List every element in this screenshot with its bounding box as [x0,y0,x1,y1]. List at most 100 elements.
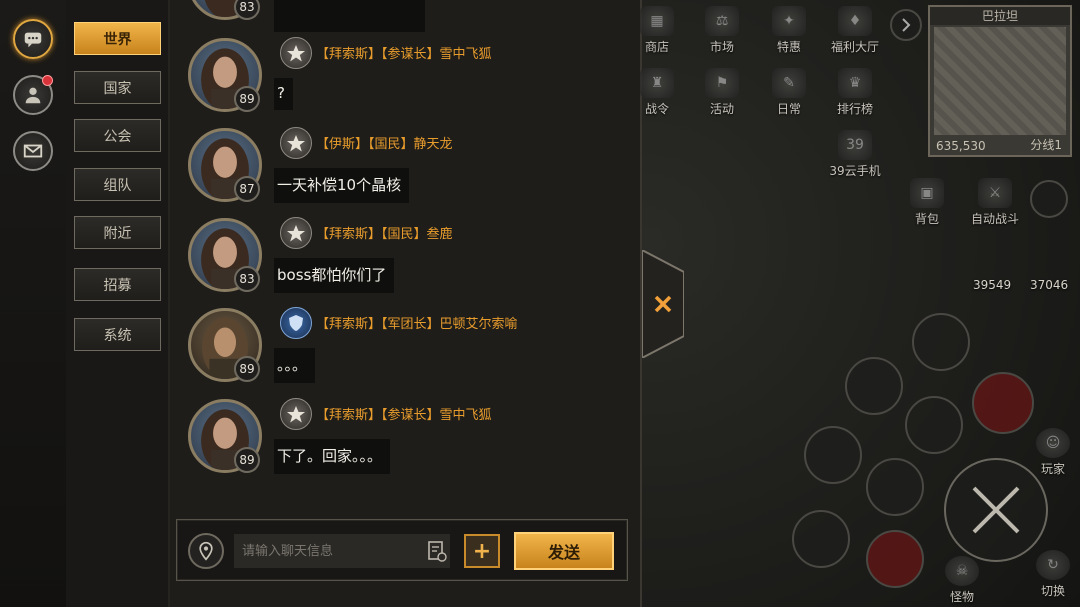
auto-fight-button[interactable]: ⚔ 自动战斗 [962,178,1028,227]
hp-potion-count: 39549 [973,278,1012,292]
add-attachment-button[interactable]: + [464,534,500,568]
trophy-icon: ♛ [838,68,872,98]
level-badge: 87 [234,176,260,202]
location-share-button[interactable] [188,533,224,569]
chat-history-icon[interactable] [427,540,447,562]
tab-nearby[interactable]: 附近 [74,216,161,249]
send-button[interactable]: 发送 [514,532,614,570]
player-coordinates: 635,530 [936,139,986,153]
minimap[interactable]: 巴拉坦 635,530 分线1 [928,5,1072,157]
map-name: 巴拉坦 [930,7,1070,25]
chat-panel: 83 89 【拜索斯】【参谋长】雪中飞狐 ? 87 【伊斯】【国民】静天龙 一天… [170,0,642,607]
battle-pass-button[interactable]: ♜ 战令 [632,68,682,117]
backpack-icon: ▣ [910,178,944,208]
refresh-icon: ↻ [1036,550,1070,580]
chat-message: 83 【拜索斯】【国民】叁鹿 boss都怕你们了 [170,214,640,304]
sender-name[interactable]: 【伊斯】【国民】静天龙 [316,133,453,152]
chat-message: 89 【拜索斯】【参谋长】雪中飞狐 ? [170,34,640,124]
skill-lightning[interactable] [905,396,963,454]
chat-message: 87 【伊斯】【国民】静天龙 一天补偿10个晶核 [170,124,640,214]
monster-button[interactable]: ☠ 怪物 [937,556,987,605]
special-offer-button[interactable]: ✦ 特惠 [764,6,814,55]
rank-badge [280,127,312,159]
chat-message-input[interactable] [234,534,450,568]
shield-emblem-icon [289,315,303,331]
horn-icon: ♜ [640,68,674,98]
tab-guild[interactable]: 公会 [74,119,161,152]
sender-name[interactable]: 【拜索斯】【参谋长】雪中飞狐 [316,43,492,62]
chat-input-bar: + 发送 [176,519,628,581]
gift-icon: ✦ [772,6,806,36]
chat-category-rail [0,0,67,607]
rank-badge [280,307,312,339]
tab-system[interactable]: 系统 [74,318,161,351]
tab-country[interactable]: 国家 [74,71,161,104]
welfare-hall-button[interactable]: ♦ 福利大厅 [830,6,880,55]
skill-ice[interactable] [866,458,924,516]
player-button[interactable]: ☺ 玩家 [1028,428,1078,477]
skill-blood[interactable] [866,530,924,588]
message-text: 下了。回家。。。 [274,439,391,474]
mail-button[interactable] [13,131,53,171]
shop-button[interactable]: ▦ 商店 [632,6,682,55]
tab-world[interactable]: 世界 [74,22,161,55]
skill-slot[interactable] [845,357,903,415]
sender-name[interactable]: 【拜索斯】【国民】叁鹿 [316,223,453,242]
rank-badge [280,37,312,69]
mp-potion-count: 37046 [1030,278,1069,292]
notification-dot [42,75,53,86]
server-line[interactable]: 分线1 [1030,136,1062,153]
shop-icon: ▦ [640,6,674,36]
chat-message: 89 【拜索斯】【参谋长】雪中飞狐 下了。回家。。。 [170,395,640,485]
minimap-terrain [934,27,1066,135]
leaderboard-button[interactable]: ♛ 排行榜 [830,68,880,117]
scales-icon: ⚖ [705,6,739,36]
rank-badge [280,398,312,430]
chat-message: 83 [170,0,640,32]
skill-slot[interactable] [912,313,970,371]
message-text: 。。。 [274,348,316,383]
expand-arrow-button[interactable] [890,9,922,41]
daily-button[interactable]: ✎ 日常 [764,68,814,117]
switch-target-button[interactable]: ↻ 切换 [1028,550,1078,599]
flag-icon: ⚑ [705,68,739,98]
close-chat-button[interactable] [642,250,684,358]
skull-icon: ☠ [945,556,979,586]
person-icon [25,87,41,104]
chat-category-button[interactable] [13,19,53,59]
bag-button[interactable]: ▣ 背包 [902,178,952,227]
skill-slot[interactable] [804,426,862,484]
level-badge: 83 [234,266,260,292]
star-emblem-icon [287,225,305,242]
skill-fire[interactable] [972,372,1034,434]
friends-button[interactable] [13,75,53,115]
event-button[interactable]: ⚑ 活动 [697,68,747,117]
tab-team[interactable]: 组队 [74,168,161,201]
level-badge: 89 [234,86,260,112]
tab-recruit[interactable]: 招募 [74,268,161,301]
rank-badge [280,217,312,249]
cloud-phone-icon: 39 [838,130,872,160]
player-icon: ☺ [1036,428,1070,458]
message-bubble [274,0,425,32]
sender-name[interactable]: 【拜索斯】【军团长】巴顿艾尔索喻 [316,313,518,332]
chat-message: 89 【拜索斯】【军团长】巴顿艾尔索喻 。。。 [170,304,640,394]
level-badge: 89 [234,356,260,382]
sender-name[interactable]: 【拜索斯】【参谋长】雪中飞狐 [316,404,492,423]
level-badge: 89 [234,447,260,473]
game-screen: 世界 国家 公会 组队 附近 招募 系统 83 89 【拜索斯】【参谋长】雪中飞… [0,0,1080,607]
star-emblem-icon [287,406,305,423]
skill-slot[interactable] [792,510,850,568]
target-button[interactable] [1030,180,1068,218]
message-text: ? [274,78,293,110]
scroll-icon: ✎ [772,68,806,98]
market-button[interactable]: ⚖ 市场 [697,6,747,55]
chevron-right-icon [902,18,911,32]
mail-icon [23,144,43,158]
location-pin-icon [199,541,213,561]
cloud-phone-button[interactable]: 39 39云手机 [826,130,884,179]
level-badge: 83 [234,0,260,20]
star-emblem-icon [287,135,305,152]
channel-tabs: 世界 国家 公会 组队 附近 招募 系统 [66,0,170,607]
bag-icon: ♦ [838,6,872,36]
